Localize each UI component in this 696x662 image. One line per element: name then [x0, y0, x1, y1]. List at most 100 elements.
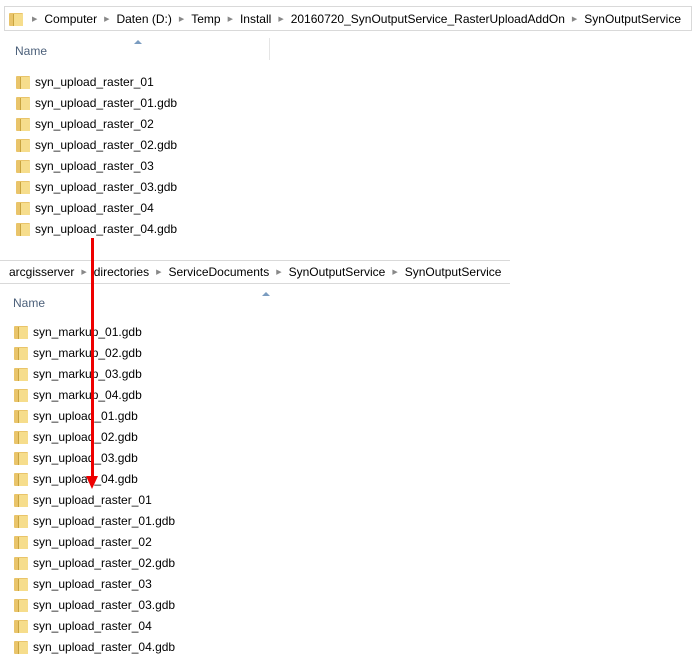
breadcrumb-separator-icon[interactable]: ▶: [388, 268, 401, 276]
folder-icon: [16, 222, 30, 236]
folder-icon: [14, 577, 28, 591]
item-name: syn_upload_raster_03.gdb: [33, 598, 176, 612]
folder-icon: [14, 388, 28, 402]
folder-icon: [16, 138, 30, 152]
breadcrumb-item[interactable]: directories: [91, 265, 152, 279]
item-name: syn_upload_raster_02: [35, 117, 154, 131]
item-name: syn_upload_raster_01.gdb: [35, 96, 178, 110]
list-item[interactable]: syn_upload_raster_02: [14, 532, 152, 552]
breadcrumb-item[interactable]: 20160720_SynOutputService_RasterUploadAd…: [288, 12, 568, 26]
list-item[interactable]: syn_upload_01.gdb: [14, 406, 138, 426]
item-name: syn_upload_raster_01: [35, 75, 154, 89]
folder-icon: [14, 556, 28, 570]
list-item[interactable]: syn_upload_04.gdb: [14, 469, 138, 489]
item-name: syn_upload_raster_02.gdb: [33, 556, 176, 570]
folder-icon: [16, 180, 30, 194]
breadcrumb-item[interactable]: Daten (D:): [113, 12, 174, 26]
list-item[interactable]: syn_upload_raster_01: [16, 72, 154, 92]
list-item[interactable]: syn_markup_04.gdb: [14, 385, 142, 405]
breadcrumb-separator-icon[interactable]: ▶: [152, 268, 165, 276]
item-name: syn_upload_raster_01.gdb: [33, 514, 176, 528]
folder-icon: [14, 346, 28, 360]
item-name: syn_upload_raster_03: [35, 159, 154, 173]
folder-icon: [14, 451, 28, 465]
list-item[interactable]: syn_upload_raster_02.gdb: [14, 553, 175, 573]
item-name: syn_markup_03.gdb: [33, 367, 142, 381]
list-item[interactable]: syn_upload_raster_03: [14, 574, 152, 594]
sort-ascending-icon: [262, 292, 270, 296]
red-arrow: [91, 238, 94, 478]
list-item[interactable]: syn_upload_raster_01.gdb: [16, 93, 177, 113]
folder-icon: [14, 472, 28, 486]
breadcrumb-separator-icon[interactable]: ▶: [100, 15, 113, 23]
bottom-name-column-header[interactable]: Name: [13, 296, 45, 310]
list-item[interactable]: syn_upload_raster_03: [16, 156, 154, 176]
breadcrumb-separator-icon[interactable]: ▶: [274, 15, 287, 23]
folder-icon: [14, 493, 28, 507]
folder-icon: [16, 75, 30, 89]
breadcrumb-item[interactable]: SynOutputService: [581, 12, 684, 26]
folder-icon: [16, 201, 30, 215]
item-name: syn_upload_raster_04.gdb: [35, 222, 178, 236]
folder-icon: [14, 409, 28, 423]
breadcrumb-separator-icon[interactable]: ▶: [28, 15, 41, 23]
folder-icon: [14, 514, 28, 528]
breadcrumb-item[interactable]: Computer: [41, 12, 100, 26]
list-item[interactable]: syn_upload_raster_04: [14, 616, 152, 636]
bottom-address-bar[interactable]: arcgisserver ▶ directories ▶ ServiceDocument…: [0, 260, 510, 284]
item-name: syn_upload_raster_02.gdb: [35, 138, 178, 152]
breadcrumb-item[interactable]: arcgisserver: [6, 265, 77, 279]
list-item[interactable]: syn_upload_02.gdb: [14, 427, 138, 447]
breadcrumb-item[interactable]: ServiceDocuments: [166, 265, 273, 279]
list-item[interactable]: syn_markup_03.gdb: [14, 364, 142, 384]
folder-icon: [14, 598, 28, 612]
folder-icon: [9, 12, 23, 26]
top-address-bar[interactable]: ▶ Computer ▶ Daten (D:) ▶ Temp ▶ Install ▶ 201607…: [4, 6, 692, 31]
folder-icon: [16, 159, 30, 173]
folder-icon: [14, 430, 28, 444]
breadcrumb-separator-icon[interactable]: ▶: [272, 268, 285, 276]
breadcrumb-item[interactable]: SynOutputService: [286, 265, 389, 279]
folder-icon: [14, 640, 28, 654]
item-name: syn_upload_02.gdb: [33, 430, 138, 444]
list-item[interactable]: syn_upload_raster_02: [16, 114, 154, 134]
breadcrumb-item[interactable]: Install: [237, 12, 274, 26]
item-name: syn_markup_04.gdb: [33, 388, 142, 402]
sort-ascending-icon: [134, 40, 142, 44]
list-item[interactable]: syn_upload_raster_02.gdb: [16, 135, 177, 155]
folder-icon: [16, 96, 30, 110]
list-item[interactable]: syn_upload_raster_03.gdb: [14, 595, 175, 615]
item-name: syn_upload_01.gdb: [33, 409, 138, 423]
breadcrumb-separator-icon[interactable]: ▶: [77, 268, 90, 276]
list-item[interactable]: syn_upload_raster_04.gdb: [14, 637, 175, 657]
breadcrumb-item[interactable]: Temp: [188, 12, 223, 26]
folder-icon: [16, 117, 30, 131]
item-name: syn_upload_raster_03: [33, 577, 152, 591]
list-item[interactable]: syn_markup_02.gdb: [14, 343, 142, 363]
item-name: syn_upload_03.gdb: [33, 451, 138, 465]
item-name: syn_upload_raster_03.gdb: [35, 180, 178, 194]
list-item[interactable]: syn_markup_01.gdb: [14, 322, 142, 342]
item-name: syn_upload_raster_04: [35, 201, 154, 215]
item-name: syn_upload_raster_01: [33, 493, 152, 507]
item-name: syn_markup_01.gdb: [33, 325, 142, 339]
item-name: syn_markup_02.gdb: [33, 346, 142, 360]
top-name-column-header[interactable]: Name: [15, 44, 47, 58]
folder-icon: [14, 619, 28, 633]
list-item[interactable]: syn_upload_03.gdb: [14, 448, 138, 468]
item-name: syn_upload_raster_04.gdb: [33, 640, 176, 654]
folder-icon: [14, 367, 28, 381]
list-item[interactable]: syn_upload_raster_01.gdb: [14, 511, 175, 531]
list-item[interactable]: syn_upload_raster_04: [16, 198, 154, 218]
item-name: syn_upload_raster_02: [33, 535, 152, 549]
red-arrow-head: [86, 476, 98, 489]
breadcrumb-separator-icon[interactable]: ▶: [175, 15, 188, 23]
list-item[interactable]: syn_upload_raster_04.gdb: [16, 219, 177, 239]
breadcrumb-separator-icon[interactable]: ▶: [568, 15, 581, 23]
item-name: syn_upload_raster_04: [33, 619, 152, 633]
breadcrumb-item[interactable]: SynOutputService: [402, 265, 505, 279]
list-item[interactable]: syn_upload_raster_01: [14, 490, 152, 510]
list-item[interactable]: syn_upload_raster_03.gdb: [16, 177, 177, 197]
column-divider[interactable]: [269, 38, 270, 60]
breadcrumb-separator-icon[interactable]: ▶: [224, 15, 237, 23]
